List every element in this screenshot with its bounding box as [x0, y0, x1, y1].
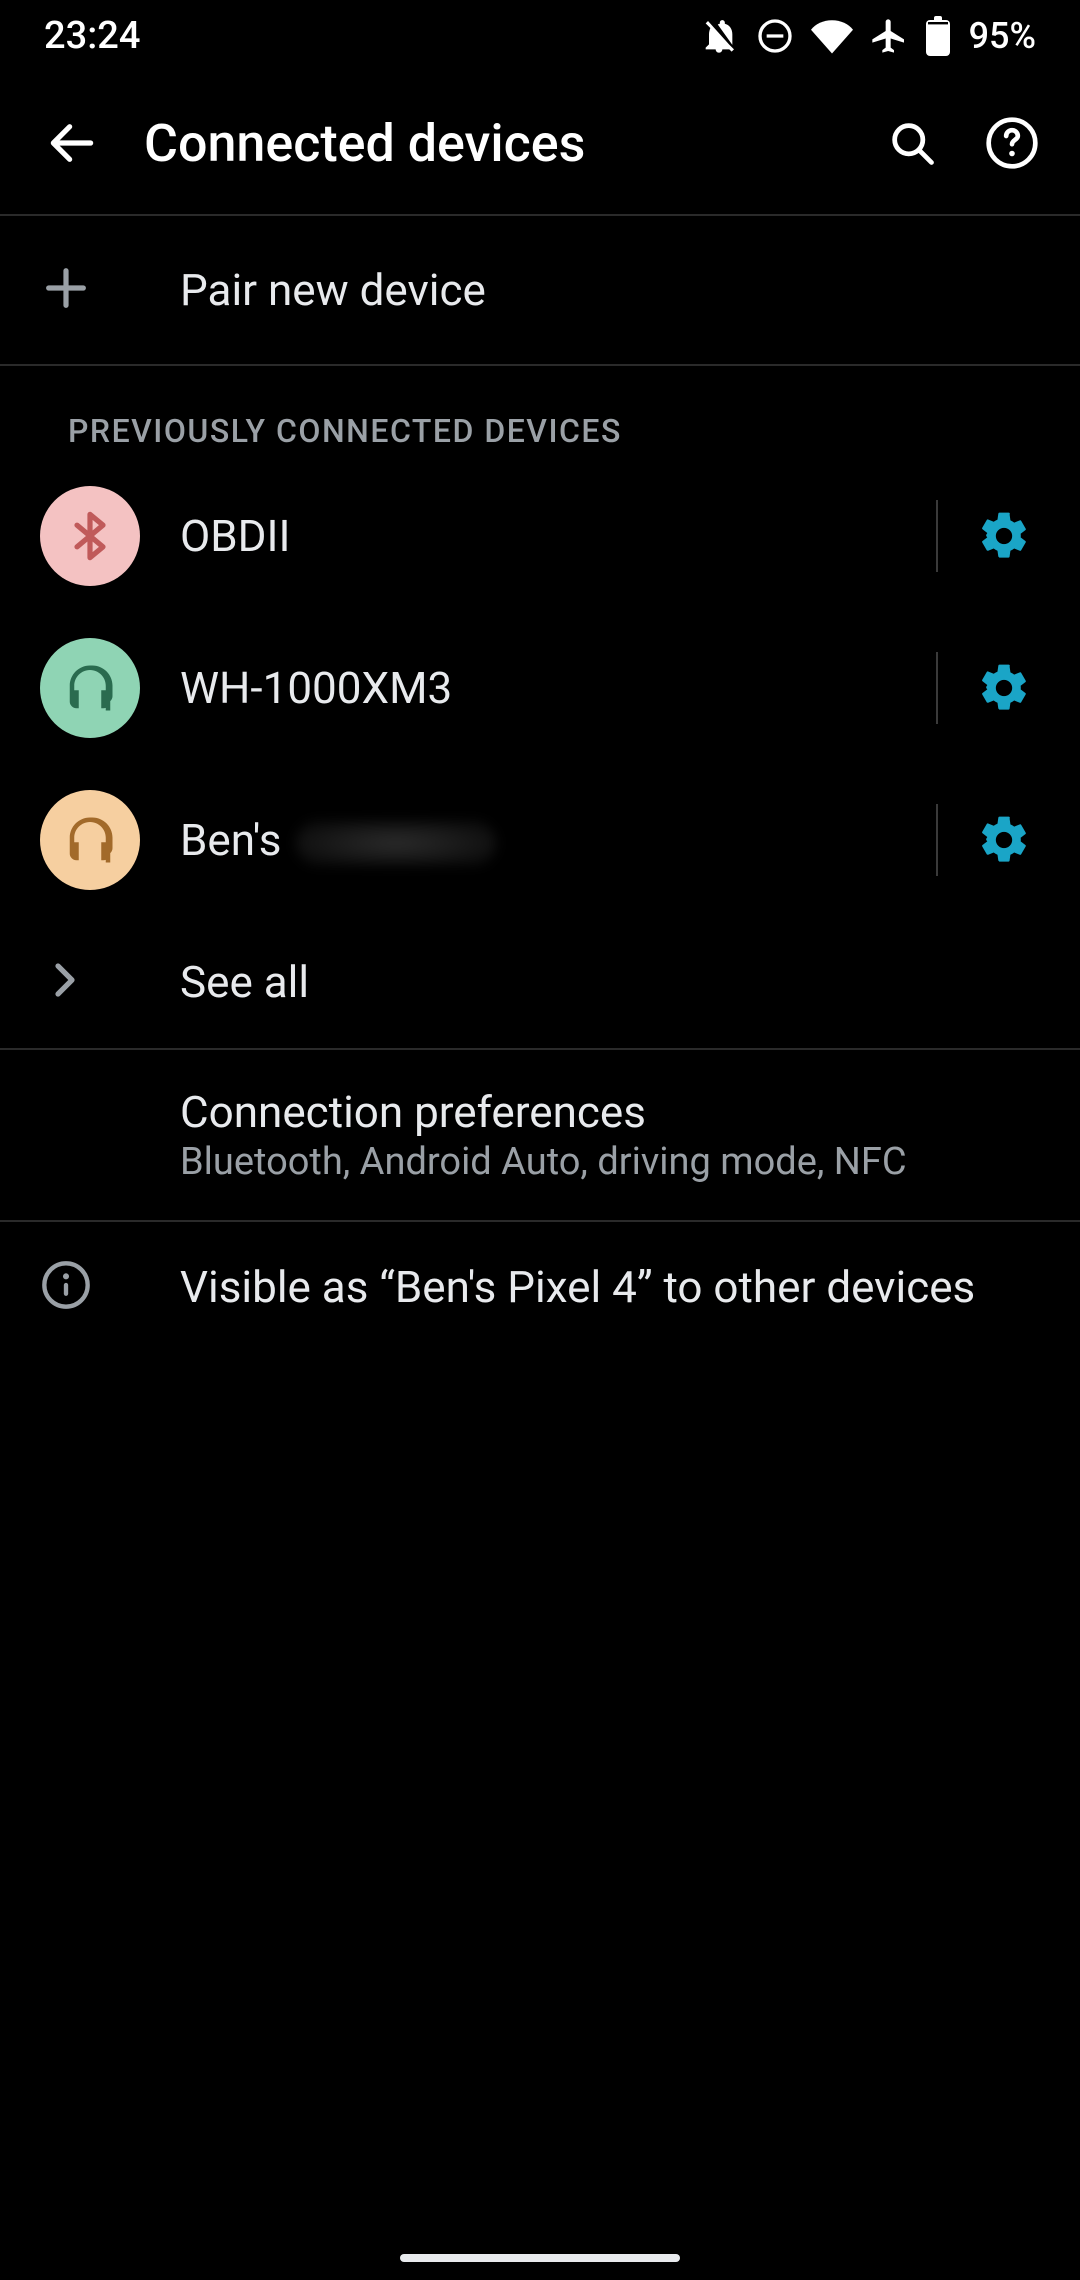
plus-icon — [40, 262, 92, 318]
device-row-wh1000xm3[interactable]: WH-1000XM3 — [0, 612, 1080, 764]
back-button[interactable] — [24, 95, 120, 191]
info-icon — [40, 1259, 92, 1315]
device-row-bens[interactable]: Ben's — [0, 764, 1080, 916]
see-all-row[interactable]: See all — [0, 916, 1080, 1048]
battery-icon — [925, 16, 951, 56]
status-time: 23:24 — [44, 14, 140, 58]
bluetooth-icon — [40, 486, 140, 586]
device-name-visible: Ben's — [180, 814, 282, 866]
battery-percentage: 95% — [969, 15, 1036, 57]
device-name-redacted — [296, 821, 496, 865]
headset-icon — [40, 638, 140, 738]
headset-icon — [40, 790, 140, 890]
device-settings-button[interactable] — [968, 500, 1040, 572]
section-header-previously-connected: PREVIOUSLY CONNECTED DEVICES — [0, 366, 1080, 460]
see-all-label: See all — [180, 956, 1040, 1008]
device-settings-button[interactable] — [968, 804, 1040, 876]
visibility-info-row: Visible as “Ben's Pixel 4” to other devi… — [0, 1222, 1080, 1352]
connection-preferences-row[interactable]: Connection preferences Bluetooth, Androi… — [0, 1050, 1080, 1220]
connection-preferences-subtitle: Bluetooth, Android Auto, driving mode, N… — [180, 1140, 1040, 1184]
divider-vertical — [936, 500, 938, 572]
device-name: WH-1000XM3 — [180, 662, 936, 714]
device-settings-button[interactable] — [968, 652, 1040, 724]
search-button[interactable] — [876, 107, 948, 179]
notifications-off-icon — [699, 16, 739, 56]
divider-vertical — [936, 804, 938, 876]
pair-new-device-row[interactable]: Pair new device — [0, 216, 1080, 364]
device-row-obdii[interactable]: OBDII — [0, 460, 1080, 612]
navigation-handle[interactable] — [400, 2254, 680, 2262]
airplane-mode-icon — [869, 16, 909, 56]
help-button[interactable] — [976, 107, 1048, 179]
chevron-right-icon — [40, 956, 88, 1008]
do-not-disturb-icon — [755, 16, 795, 56]
device-name: OBDII — [180, 510, 936, 562]
visibility-info-text: Visible as “Ben's Pixel 4” to other devi… — [180, 1261, 1040, 1313]
pair-new-device-label: Pair new device — [180, 264, 1040, 316]
divider-vertical — [936, 652, 938, 724]
page-title: Connected devices — [144, 113, 876, 174]
app-bar: Connected devices — [0, 72, 1080, 216]
device-name: Ben's — [180, 814, 936, 866]
wifi-icon — [811, 15, 853, 57]
connection-preferences-title: Connection preferences — [180, 1086, 1040, 1138]
status-bar: 23:24 95% — [0, 0, 1080, 72]
